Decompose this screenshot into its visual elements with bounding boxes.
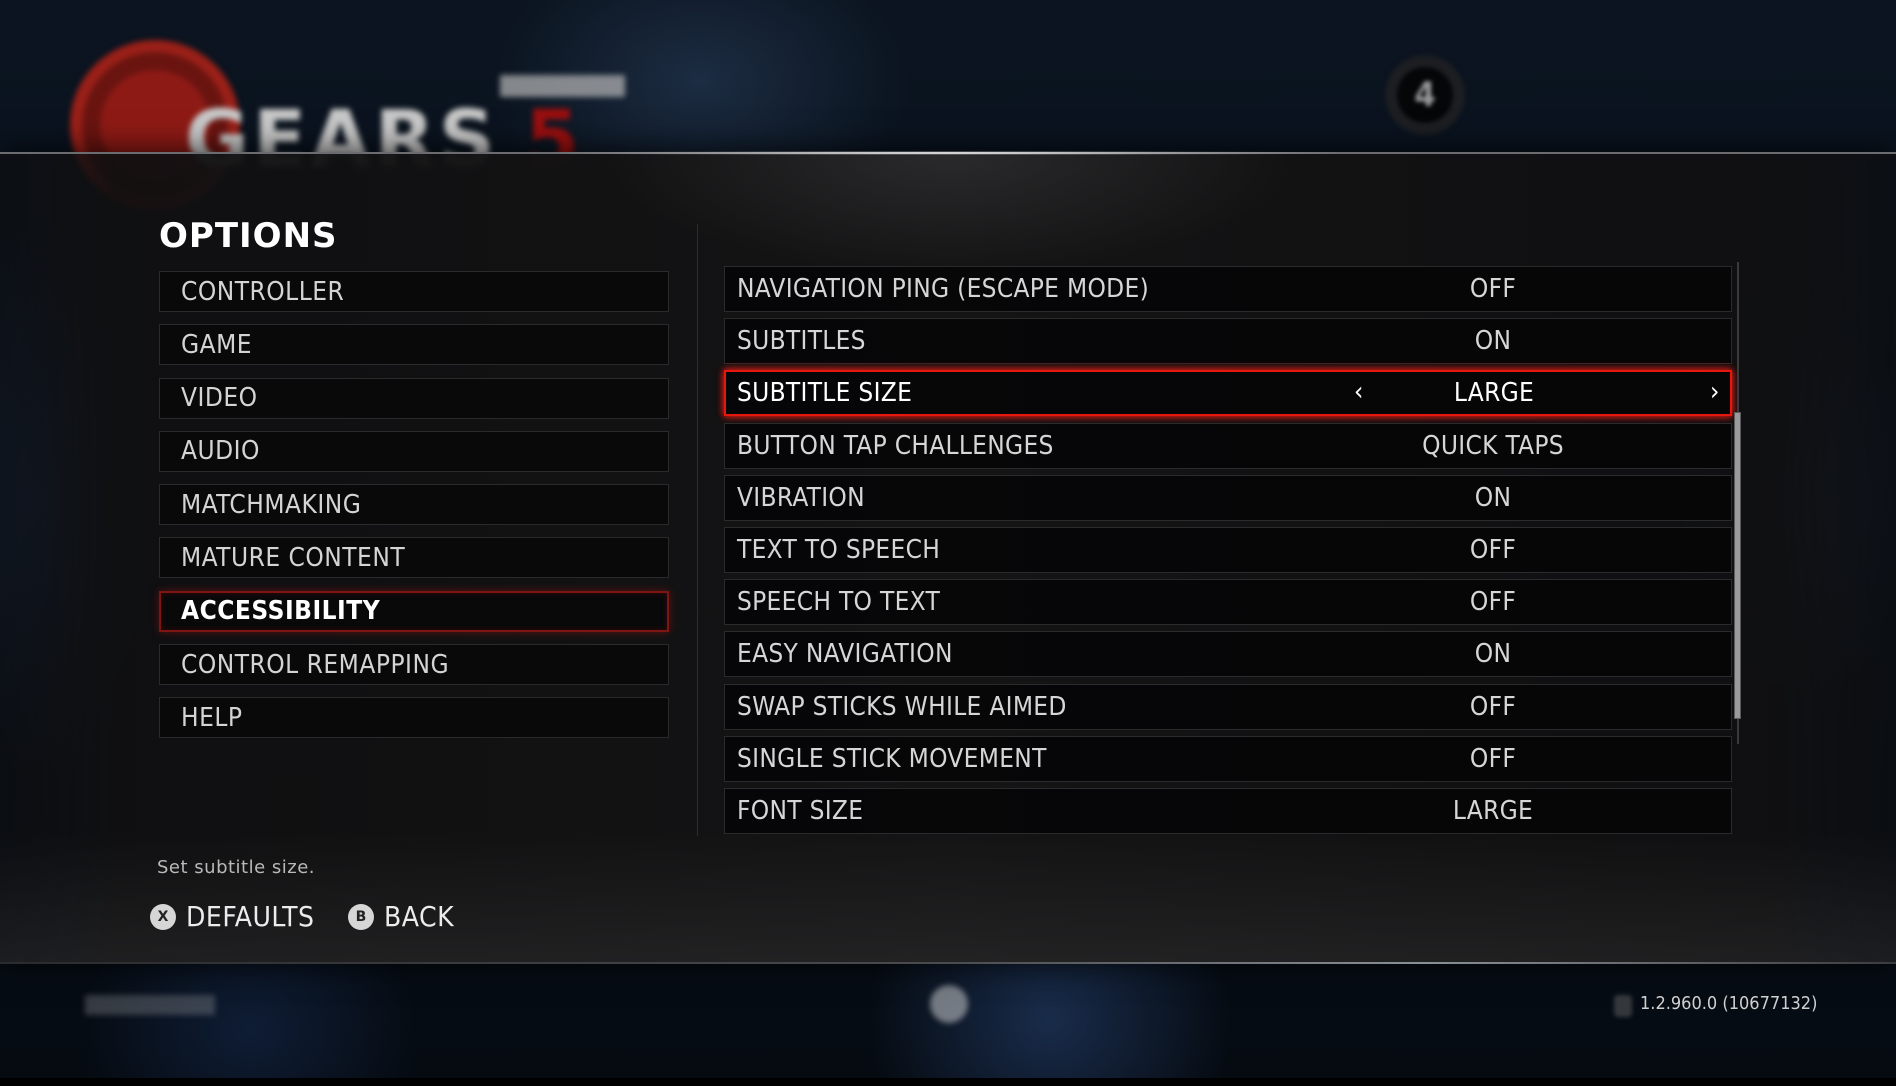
menu-item-label: CONTROLLER <box>181 276 345 307</box>
defaults-button[interactable]: X DEFAULTS <box>150 900 314 933</box>
menu-item-label: MATURE CONTENT <box>181 542 406 573</box>
bottom-bar <box>0 1078 1896 1086</box>
setting-row-navigation-ping-escape-mode[interactable]: NAVIGATION PING (ESCAPE MODE) OFF <box>724 266 1732 312</box>
setting-row-single-stick-movement[interactable]: SINGLE STICK MOVEMENT OFF <box>724 735 1732 782</box>
menu-item-control-remapping[interactable]: CONTROL REMAPPING <box>159 644 669 686</box>
menu-item-label: VIDEO <box>181 383 258 414</box>
setting-value: LARGE <box>1452 795 1534 826</box>
menu-item-label: AUDIO <box>181 436 260 467</box>
setting-description: Set subtitle size. <box>157 857 316 878</box>
setting-row-speech-to-text[interactable]: SPEECH TO TEXT OFF <box>724 579 1732 626</box>
setting-row-text-to-speech[interactable]: TEXT TO SPEECH OFF <box>724 526 1732 573</box>
social-shortcut <box>85 995 215 1015</box>
menu-item-video[interactable]: VIDEO <box>159 377 669 419</box>
menu-item-label: ACCESSIBILITY <box>181 596 381 627</box>
setting-value: ON <box>1474 326 1512 357</box>
chevron-right-icon[interactable]: › <box>1710 377 1720 407</box>
setting-row-subtitle-size[interactable]: SUBTITLE SIZE ‹ LARGE › <box>724 370 1732 417</box>
menu-item-game[interactable]: GAME <box>159 324 669 366</box>
setting-value: LARGE <box>1453 378 1535 409</box>
setting-value: ON <box>1474 639 1512 670</box>
back-label: BACK <box>384 900 455 933</box>
setting-value: ON <box>1474 482 1512 513</box>
setting-value: OFF <box>1469 534 1517 565</box>
setting-row-swap-sticks-while-aimed[interactable]: SWAP STICKS WHILE AIMED OFF <box>724 683 1732 730</box>
panel-divider <box>697 224 698 836</box>
setting-row-subtitles[interactable]: SUBTITLES ON <box>724 318 1732 365</box>
defaults-label: DEFAULTS <box>186 900 315 933</box>
setting-value: OFF <box>1469 587 1517 618</box>
version-icon <box>1614 995 1632 1017</box>
setting-value: OFF <box>1469 691 1517 722</box>
panel-bottom-gradient <box>0 832 1896 962</box>
setting-row-easy-navigation[interactable]: EASY NAVIGATION ON <box>724 631 1732 678</box>
edition-badge <box>500 75 625 97</box>
setting-value: OFF <box>1469 274 1517 304</box>
scrollbar-thumb[interactable] <box>1734 412 1741 719</box>
menu-item-label: MATCHMAKING <box>181 489 362 520</box>
setting-value: QUICK TAPS <box>1422 430 1564 461</box>
version-label: 1.2.960.0 (10677132) <box>1640 993 1818 1014</box>
setting-row-font-size[interactable]: FONT SIZE LARGE <box>724 787 1732 834</box>
menu-item-mature-content[interactable]: MATURE CONTENT <box>159 537 669 579</box>
menu-item-accessibility[interactable]: ACCESSIBILITY <box>159 590 669 632</box>
menu-item-help[interactable]: HELP <box>159 697 669 739</box>
panel-bottom-edge <box>0 962 1896 964</box>
player-level-badge: 4 <box>1385 55 1465 135</box>
player-profile: 4 <box>1385 55 1465 135</box>
back-button[interactable]: B BACK <box>348 900 454 933</box>
setting-value: OFF <box>1469 743 1517 774</box>
blurred-icon <box>930 985 968 1023</box>
menu-item-controller[interactable]: CONTROLLER <box>159 271 669 312</box>
options-menu: CONTROLLER GAME VIDEO AUDIO MATCHMAKING MATUR… <box>159 271 669 751</box>
panel-top-glow <box>600 154 1300 274</box>
setting-row-button-tap-challenges[interactable]: BUTTON TAP CHALLENGES QUICK TAPS <box>724 422 1732 469</box>
settings-list: NAVIGATION PING (ESCAPE MODE) OFF SUBTITLE… <box>724 266 1732 840</box>
page-title: OPTIONS <box>159 216 338 256</box>
menu-item-label: CONTROL REMAPPING <box>181 649 450 680</box>
menu-item-label: HELP <box>181 702 243 733</box>
menu-item-matchmaking[interactable]: MATCHMAKING <box>159 484 669 526</box>
menu-item-label: GAME <box>181 329 253 360</box>
b-button-icon: B <box>348 903 374 930</box>
x-button-icon: X <box>150 903 176 930</box>
menu-item-audio[interactable]: AUDIO <box>159 430 669 472</box>
setting-row-vibration[interactable]: VIBRATION ON <box>724 474 1732 521</box>
